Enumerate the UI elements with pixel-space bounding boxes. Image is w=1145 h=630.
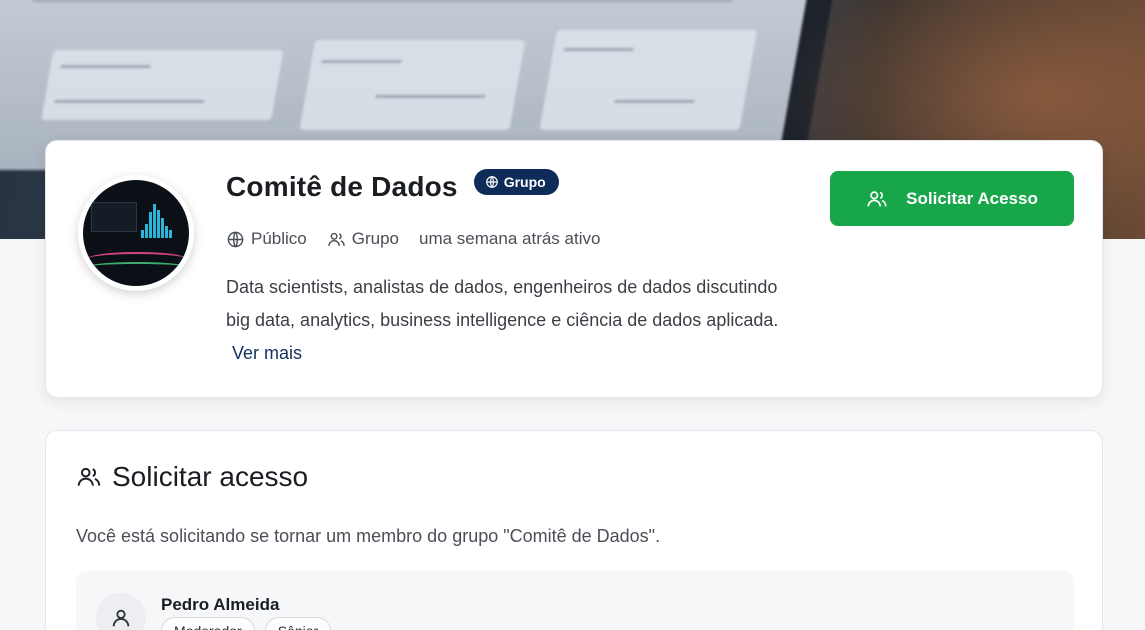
globe-icon [485, 176, 498, 188]
request-access-card: Solicitar acesso Você está solicitando s… [45, 430, 1103, 630]
group-header-card: Comitê de Dados Grupo Público Grupo uma … [45, 140, 1103, 398]
activity-meta: uma semana atrás ativo [419, 229, 601, 248]
group-title: Comitê de Dados [226, 171, 458, 202]
type-meta: Grupo [327, 229, 399, 249]
member-card: Pedro Almeida Moderador Sênior [76, 571, 1074, 630]
request-access-button[interactable]: Solicitar Acesso [830, 171, 1074, 226]
group-meta: Público Grupo uma semana atrás ativo [226, 229, 620, 249]
users-icon [867, 190, 887, 206]
section-title: Solicitar acesso [112, 461, 309, 492]
role-tag: Moderador [161, 617, 255, 630]
group-avatar [78, 175, 194, 291]
users-icon [77, 467, 101, 486]
avatar [96, 593, 146, 630]
globe-icon [227, 231, 244, 247]
group-description: Data scientists, analistas de dados, eng… [226, 277, 779, 363]
request-explanation: Você está solicitando se tornar um membr… [76, 526, 661, 546]
users-icon [328, 232, 345, 246]
level-tag: Sênior [264, 617, 332, 630]
request-access-button-label: Solicitar Acesso [906, 188, 1038, 208]
group-type-badge-label: Grupo [503, 174, 546, 190]
member-name: Pedro Almeida [161, 595, 280, 614]
user-icon [112, 609, 130, 627]
member-tags: Moderador Sênior [161, 617, 332, 630]
see-more-link[interactable]: Ver mais [232, 343, 302, 363]
visibility-meta: Público [226, 229, 307, 249]
group-type-badge: Grupo [473, 169, 559, 195]
section-header: Solicitar acesso [76, 461, 308, 493]
